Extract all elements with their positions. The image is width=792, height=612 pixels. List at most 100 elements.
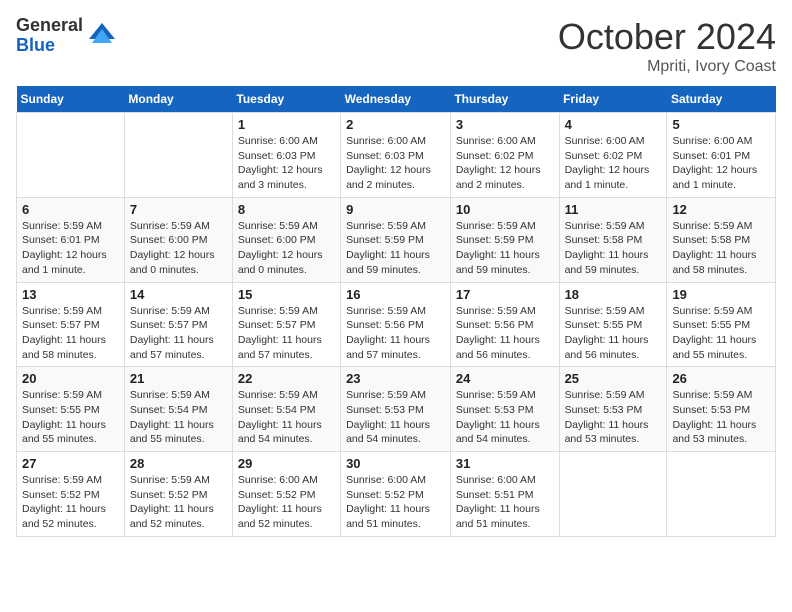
calendar-cell: 1 Sunrise: 6:00 AM Sunset: 6:03 PM Daylig… — [232, 113, 340, 198]
calendar-header: SundayMondayTuesdayWednesdayThursdayFrid… — [17, 86, 776, 113]
day-info: Sunrise: 5:59 AM Sunset: 5:56 PM Dayligh… — [346, 304, 445, 363]
day-info: Sunrise: 5:59 AM Sunset: 5:53 PM Dayligh… — [672, 388, 770, 447]
week-row-1: 6 Sunrise: 5:59 AM Sunset: 6:01 PM Daylig… — [17, 197, 776, 282]
day-info: Sunrise: 5:59 AM Sunset: 5:59 PM Dayligh… — [456, 219, 554, 278]
calendar-cell: 21Sunrise: 5:59 AM Sunset: 5:54 PM Dayli… — [124, 367, 232, 452]
day-info: Sunrise: 6:00 AM Sunset: 5:52 PM Dayligh… — [238, 473, 335, 532]
day-number: 12 — [672, 202, 770, 217]
day-info: Sunrise: 5:59 AM Sunset: 5:59 PM Dayligh… — [346, 219, 445, 278]
calendar-cell — [559, 452, 667, 537]
calendar-cell — [667, 452, 776, 537]
logo-icon — [87, 21, 117, 51]
day-number: 18 — [565, 287, 662, 302]
calendar-cell: 13Sunrise: 5:59 AM Sunset: 5:57 PM Dayli… — [17, 282, 125, 367]
day-number: 25 — [565, 371, 662, 386]
day-number: 29 — [238, 456, 335, 471]
day-info: Sunrise: 5:59 AM Sunset: 5:57 PM Dayligh… — [130, 304, 227, 363]
day-info: Sunrise: 5:59 AM Sunset: 5:53 PM Dayligh… — [346, 388, 445, 447]
day-info: Sunrise: 5:59 AM Sunset: 5:55 PM Dayligh… — [672, 304, 770, 363]
day-info: Sunrise: 5:59 AM Sunset: 5:54 PM Dayligh… — [238, 388, 335, 447]
header-tuesday: Tuesday — [232, 86, 340, 113]
calendar-cell: 2Sunrise: 6:00 AM Sunset: 6:03 PM Daylig… — [341, 113, 451, 198]
week-row-0: 1 Sunrise: 6:00 AM Sunset: 6:03 PM Daylig… — [17, 113, 776, 198]
calendar-cell: 22 Sunrise: 5:59 AM Sunset: 5:54 PM Dayli… — [232, 367, 340, 452]
day-info: Sunrise: 6:00 AM Sunset: 6:03 PM Dayligh… — [346, 134, 445, 193]
day-number: 14 — [130, 287, 227, 302]
calendar-cell: 27Sunrise: 5:59 AM Sunset: 5:52 PM Dayli… — [17, 452, 125, 537]
day-info: Sunrise: 5:59 AM Sunset: 6:01 PM Dayligh… — [22, 219, 119, 278]
calendar-cell: 10 Sunrise: 5:59 AM Sunset: 5:59 PM Dayli… — [450, 197, 559, 282]
calendar-cell: 24 Sunrise: 5:59 AM Sunset: 5:53 PM Dayli… — [450, 367, 559, 452]
page-header: General Blue October 2024 Mpriti, Ivory … — [16, 16, 776, 76]
day-info: Sunrise: 5:59 AM Sunset: 5:58 PM Dayligh… — [565, 219, 662, 278]
calendar-cell: 15 Sunrise: 5:59 AM Sunset: 5:57 PM Dayli… — [232, 282, 340, 367]
day-info: Sunrise: 5:59 AM Sunset: 5:55 PM Dayligh… — [22, 388, 119, 447]
day-number: 11 — [565, 202, 662, 217]
day-number: 20 — [22, 371, 119, 386]
day-info: Sunrise: 5:59 AM Sunset: 5:52 PM Dayligh… — [130, 473, 227, 532]
calendar-cell: 17Sunrise: 5:59 AM Sunset: 5:56 PM Dayli… — [450, 282, 559, 367]
calendar-cell: 6 Sunrise: 5:59 AM Sunset: 6:01 PM Daylig… — [17, 197, 125, 282]
day-number: 31 — [456, 456, 554, 471]
day-number: 15 — [238, 287, 335, 302]
calendar-cell: 11 Sunrise: 5:59 AM Sunset: 5:58 PM Dayli… — [559, 197, 667, 282]
day-info: Sunrise: 5:59 AM Sunset: 5:57 PM Dayligh… — [22, 304, 119, 363]
header-wednesday: Wednesday — [341, 86, 451, 113]
calendar-cell: 20 Sunrise: 5:59 AM Sunset: 5:55 PM Dayli… — [17, 367, 125, 452]
day-number: 7 — [130, 202, 227, 217]
calendar-cell: 23 Sunrise: 5:59 AM Sunset: 5:53 PM Dayli… — [341, 367, 451, 452]
day-info: Sunrise: 5:59 AM Sunset: 5:57 PM Dayligh… — [238, 304, 335, 363]
day-number: 22 — [238, 371, 335, 386]
calendar-cell: 28 Sunrise: 5:59 AM Sunset: 5:52 PM Dayli… — [124, 452, 232, 537]
calendar-cell: 3Sunrise: 6:00 AM Sunset: 6:02 PM Daylig… — [450, 113, 559, 198]
day-info: Sunrise: 6:00 AM Sunset: 6:01 PM Dayligh… — [672, 134, 770, 193]
day-number: 1 — [238, 117, 335, 132]
day-info: Sunrise: 5:59 AM Sunset: 6:00 PM Dayligh… — [238, 219, 335, 278]
calendar-table: SundayMondayTuesdayWednesdayThursdayFrid… — [16, 86, 776, 537]
day-number: 9 — [346, 202, 445, 217]
calendar-body: 1 Sunrise: 6:00 AM Sunset: 6:03 PM Daylig… — [17, 113, 776, 537]
calendar-cell: 25 Sunrise: 5:59 AM Sunset: 5:53 PM Dayli… — [559, 367, 667, 452]
day-info: Sunrise: 5:59 AM Sunset: 5:55 PM Dayligh… — [565, 304, 662, 363]
day-number: 26 — [672, 371, 770, 386]
day-number: 23 — [346, 371, 445, 386]
header-row: SundayMondayTuesdayWednesdayThursdayFrid… — [17, 86, 776, 113]
day-number: 19 — [672, 287, 770, 302]
calendar-cell: 26 Sunrise: 5:59 AM Sunset: 5:53 PM Dayli… — [667, 367, 776, 452]
week-row-4: 27Sunrise: 5:59 AM Sunset: 5:52 PM Dayli… — [17, 452, 776, 537]
calendar-cell: 9 Sunrise: 5:59 AM Sunset: 5:59 PM Daylig… — [341, 197, 451, 282]
day-info: Sunrise: 6:00 AM Sunset: 6:02 PM Dayligh… — [565, 134, 662, 193]
calendar-cell: 14 Sunrise: 5:59 AM Sunset: 5:57 PM Dayli… — [124, 282, 232, 367]
month-title: October 2024 — [558, 16, 776, 58]
calendar-cell — [124, 113, 232, 198]
day-info: Sunrise: 6:00 AM Sunset: 6:03 PM Dayligh… — [238, 134, 335, 193]
logo-blue: Blue — [16, 36, 83, 56]
day-number: 24 — [456, 371, 554, 386]
day-info: Sunrise: 5:59 AM Sunset: 5:53 PM Dayligh… — [456, 388, 554, 447]
calendar-cell: 5 Sunrise: 6:00 AM Sunset: 6:01 PM Daylig… — [667, 113, 776, 198]
header-monday: Monday — [124, 86, 232, 113]
day-number: 30 — [346, 456, 445, 471]
day-number: 6 — [22, 202, 119, 217]
calendar-cell: 29 Sunrise: 6:00 AM Sunset: 5:52 PM Dayli… — [232, 452, 340, 537]
calendar-cell: 18 Sunrise: 5:59 AM Sunset: 5:55 PM Dayli… — [559, 282, 667, 367]
week-row-2: 13Sunrise: 5:59 AM Sunset: 5:57 PM Dayli… — [17, 282, 776, 367]
day-number: 10 — [456, 202, 554, 217]
day-number: 28 — [130, 456, 227, 471]
header-friday: Friday — [559, 86, 667, 113]
calendar-cell: 19 Sunrise: 5:59 AM Sunset: 5:55 PM Dayli… — [667, 282, 776, 367]
day-info: Sunrise: 5:59 AM Sunset: 5:53 PM Dayligh… — [565, 388, 662, 447]
calendar-cell: 7Sunrise: 5:59 AM Sunset: 6:00 PM Daylig… — [124, 197, 232, 282]
title-area: October 2024 Mpriti, Ivory Coast — [558, 16, 776, 76]
day-number: 8 — [238, 202, 335, 217]
header-saturday: Saturday — [667, 86, 776, 113]
day-info: Sunrise: 6:00 AM Sunset: 5:51 PM Dayligh… — [456, 473, 554, 532]
header-thursday: Thursday — [450, 86, 559, 113]
day-number: 5 — [672, 117, 770, 132]
calendar-cell: 8 Sunrise: 5:59 AM Sunset: 6:00 PM Daylig… — [232, 197, 340, 282]
day-number: 17 — [456, 287, 554, 302]
day-number: 16 — [346, 287, 445, 302]
day-number: 21 — [130, 371, 227, 386]
day-info: Sunrise: 5:59 AM Sunset: 5:58 PM Dayligh… — [672, 219, 770, 278]
day-info: Sunrise: 5:59 AM Sunset: 5:52 PM Dayligh… — [22, 473, 119, 532]
